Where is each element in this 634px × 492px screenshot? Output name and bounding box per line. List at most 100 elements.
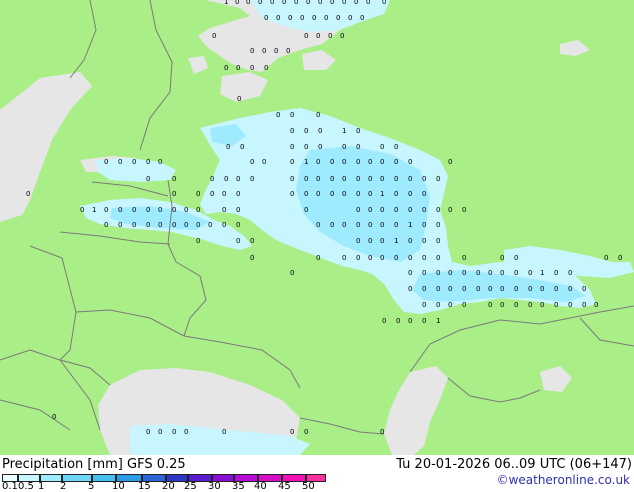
- precip-value-label: 0: [342, 158, 346, 166]
- precip-value-label: 0: [104, 158, 108, 166]
- precip-value-label: 0: [290, 175, 294, 183]
- precip-value-label: 0: [250, 47, 254, 55]
- border-russia-kazakhstan: [409, 305, 634, 373]
- border-caucasus: [299, 417, 385, 435]
- border-kazakhstan-uzbekistan: [447, 377, 541, 403]
- precip-value-label: 0: [380, 143, 384, 151]
- precip-value-label: 0: [528, 285, 532, 293]
- precip-value-label: 0: [356, 158, 360, 166]
- scale-tick-label: 25: [184, 481, 197, 492]
- precip-value-label: 0: [312, 14, 316, 22]
- precip-value-label: 0: [290, 127, 294, 135]
- precip-value-label: 0: [380, 206, 384, 214]
- precip-value-label: 0: [132, 221, 136, 229]
- precip-value-label: 0: [408, 190, 412, 198]
- precip-value-label: 0: [184, 428, 188, 436]
- precip-value-label: 0: [330, 158, 334, 166]
- precip-value-label: 0: [408, 206, 412, 214]
- precip-value-label: 0: [146, 206, 150, 214]
- precip-value-label: 0: [196, 190, 200, 198]
- scale-tick-label: 10: [112, 481, 125, 492]
- precip-value-label: 0: [236, 175, 240, 183]
- precip-value-label: 0: [436, 301, 440, 309]
- precip-value-label: 0: [356, 175, 360, 183]
- scale-tick-label: 5: [88, 481, 95, 492]
- precip-value-label: 0: [394, 143, 398, 151]
- precip-value-label: 0: [222, 221, 226, 229]
- precip-value-label: 1: [304, 158, 308, 166]
- precip-value-label: 0: [306, 0, 310, 6]
- precip-value-label: 0: [436, 206, 440, 214]
- precip-value-label: 0: [316, 254, 320, 262]
- precip-value-label: 0: [356, 221, 360, 229]
- precip-value-label: 0: [304, 175, 308, 183]
- precip-value-label: 0: [240, 143, 244, 151]
- precip-value-label: 0: [448, 269, 452, 277]
- credit-link[interactable]: ©weatheronline.co.uk: [497, 473, 630, 487]
- precip-value-label: 0: [236, 64, 240, 72]
- precip-value-label: 0: [554, 285, 558, 293]
- precip-value-label: 0: [436, 237, 440, 245]
- precip-value-label: 0: [528, 269, 532, 277]
- precip-value-label: 0: [276, 14, 280, 22]
- precip-value-label: 1: [540, 269, 544, 277]
- precip-value-label: 0: [514, 254, 518, 262]
- precip-value-label: 0: [172, 175, 176, 183]
- precip-value-label: 0: [408, 254, 412, 262]
- scale-tick-label: 2: [60, 481, 67, 492]
- precip-value-label: 0: [436, 254, 440, 262]
- precip-value-label: 0: [368, 190, 372, 198]
- precip-value-label: 0: [348, 14, 352, 22]
- precip-value-label: 0: [422, 221, 426, 229]
- precip-value-label: 0: [394, 206, 398, 214]
- precip-value-label: 0: [436, 221, 440, 229]
- scale-tick-label: 0.5: [18, 481, 34, 492]
- precip-value-label: 0: [342, 175, 346, 183]
- precip-value-label: 0: [422, 237, 426, 245]
- precip-value-label: 0: [330, 175, 334, 183]
- precip-value-label: 0: [196, 237, 200, 245]
- precip-value-label: 0: [342, 254, 346, 262]
- precip-value-label: 0: [394, 175, 398, 183]
- precip-value-label: 0: [258, 0, 262, 6]
- precip-value-label: 0: [118, 158, 122, 166]
- precip-value-label: 0: [26, 190, 30, 198]
- precip-value-label: 0: [224, 64, 228, 72]
- precip-value-label: 0: [618, 254, 622, 262]
- precip-value-label: 0: [366, 0, 370, 6]
- precip-value-label: 0: [340, 32, 344, 40]
- precip-value-label: 0: [342, 190, 346, 198]
- scale-tick-label: 15: [138, 481, 151, 492]
- precip-value-label: 0: [488, 285, 492, 293]
- precip-value-label: 0: [394, 221, 398, 229]
- precip-value-label: 0: [604, 254, 608, 262]
- precip-value-label: 0: [276, 111, 280, 119]
- precip-value-label: 0: [316, 32, 320, 40]
- precip-value-label: 0: [422, 206, 426, 214]
- border-belarus-ukraine: [75, 309, 185, 337]
- precip-value-label: 0: [380, 254, 384, 262]
- precip-value-label: 0: [294, 0, 298, 6]
- precip-value-label: 0: [250, 175, 254, 183]
- precip-value-label: 0: [118, 221, 122, 229]
- precip-value-label: 0: [408, 285, 412, 293]
- arctic-small-sea: [560, 40, 590, 56]
- precip-value-label: 0: [222, 190, 226, 198]
- precip-value-label: 0: [380, 158, 384, 166]
- legend-title: Precipitation [mm] GFS 0.25: [2, 457, 186, 472]
- precip-value-label: 0: [582, 285, 586, 293]
- precip-value-label: 0: [304, 428, 308, 436]
- precip-value-label: 0: [290, 269, 294, 277]
- precip-value-label: 0: [304, 32, 308, 40]
- precip-value-label: 0: [360, 14, 364, 22]
- precip-value-label: 0: [250, 254, 254, 262]
- precip-value-label: 0: [236, 206, 240, 214]
- precip-value-label: 0: [264, 14, 268, 22]
- lake-onega: [302, 50, 336, 70]
- precip-value-label: 0: [236, 237, 240, 245]
- precip-value-label: 0: [290, 190, 294, 198]
- precip-value-label: 0: [422, 190, 426, 198]
- precip-value-label: 1: [436, 317, 440, 325]
- precip-value-label: 1: [342, 127, 346, 135]
- precip-value-label: 0: [408, 269, 412, 277]
